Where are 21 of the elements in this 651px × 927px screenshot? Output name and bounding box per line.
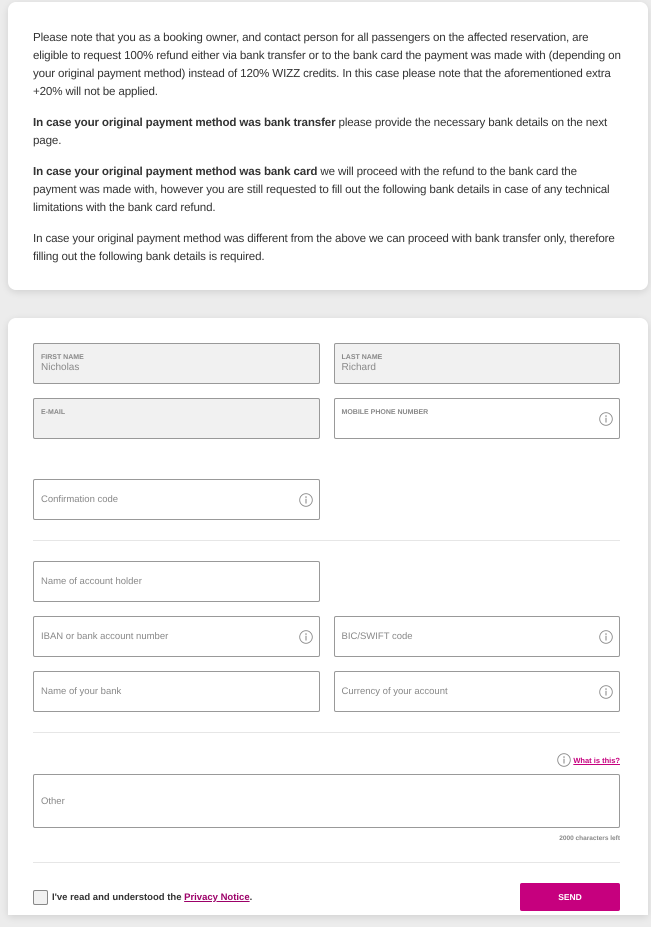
notice-paragraph: Please note that you as a booking owner, and contact person for all passengers on the affected reservation, are eligible to request 100% refund either via bank transfer or to the bank card the payment was made with (depending on your original payment method) instead of 120% WIZZ credits. In this case please note that the aforementioned extra +20% will not be applied.	[33, 30, 622, 100]
info-icon[interactable]	[599, 630, 613, 644]
input-field[interactable]: Confirmation code	[33, 479, 320, 520]
text-area[interactable]: Other	[33, 774, 620, 828]
input-field[interactable]: Currency of your account	[334, 671, 620, 712]
input-field[interactable]: BIC/SWIFT code	[334, 616, 620, 657]
notice-paragraph: In case your original payment method was bank transfer please provide the necessary bank details on the next page.	[33, 115, 608, 149]
privacy-link[interactable]: Privacy Notice	[184, 892, 250, 902]
send-button[interactable]: SEND	[520, 883, 620, 911]
input-field[interactable]: Name of your bank	[33, 671, 320, 712]
input-field[interactable]: Name of account holder	[33, 561, 320, 602]
input-field[interactable]: IBAN or bank account number	[33, 616, 320, 657]
info-icon[interactable]	[298, 630, 312, 644]
info-icon[interactable]	[599, 684, 613, 698]
consent-text: I've read and understood the Privacy Notice.	[52, 892, 252, 902]
checkbox[interactable]	[33, 890, 48, 904]
notice-paragraph: In case your original payment method was different from the above we can proceed with bank transfer only, therefore filling out the following bank details is required.	[33, 231, 616, 265]
notice-paragraph: In case your original payment method was bank card we will proceed with the refund to the bank card the payment was made with, however you are still requested to fill out the following bank details in case of any technical limitations with the bank card refund.	[33, 164, 610, 216]
info-icon[interactable]	[599, 412, 613, 426]
info-icon[interactable]	[557, 753, 572, 767]
info-icon[interactable]	[299, 492, 313, 506]
